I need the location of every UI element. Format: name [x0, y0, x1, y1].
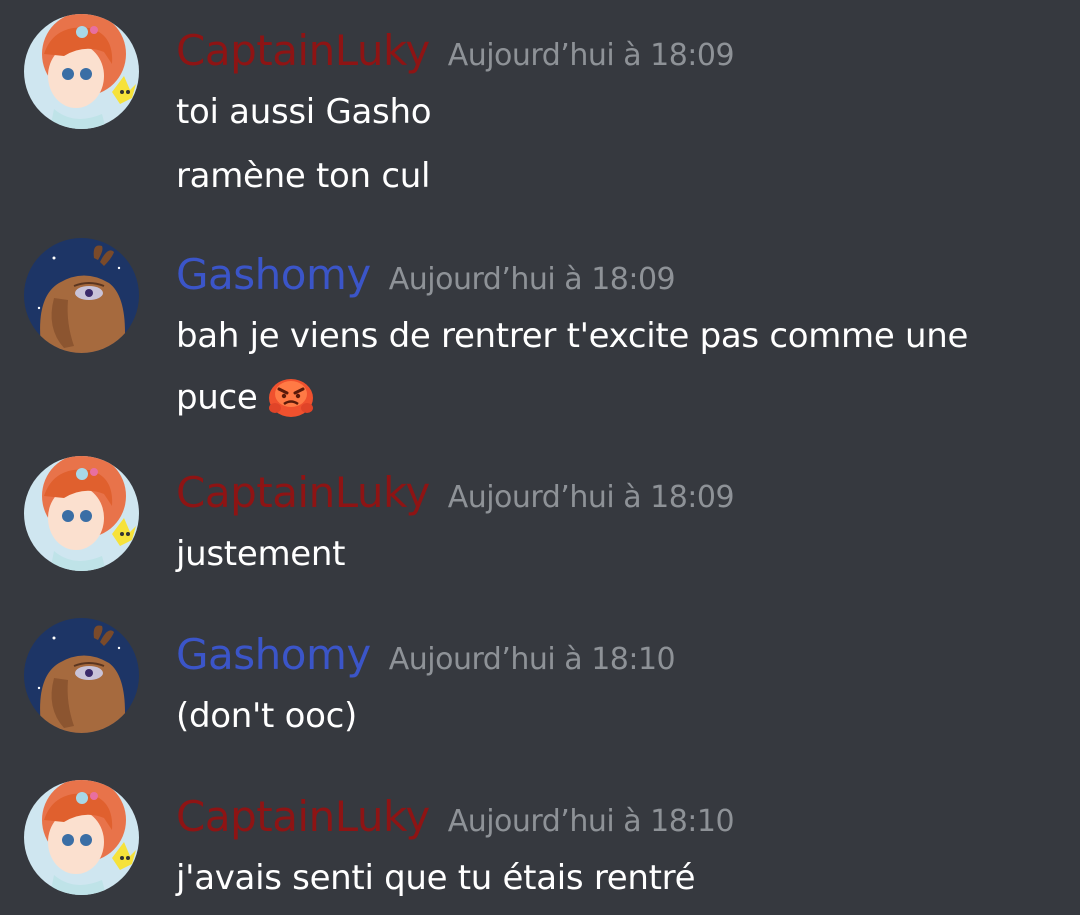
message-header: CaptainLuky Aujourd’hui à 18:09	[176, 26, 735, 75]
timestamp: Aujourd’hui à 18:10	[388, 642, 676, 677]
username[interactable]: CaptainLuky	[176, 792, 430, 841]
username[interactable]: CaptainLuky	[176, 26, 430, 75]
avatar-gashomy[interactable]	[24, 618, 139, 733]
message-text: toi aussi Gasho	[176, 92, 432, 132]
avatar-gashomy[interactable]	[24, 238, 139, 353]
username[interactable]: Gashomy	[176, 250, 371, 299]
message-header: Gashomy Aujourd’hui à 18:10	[176, 630, 676, 679]
message-text: justement	[176, 534, 346, 574]
username[interactable]: Gashomy	[176, 630, 371, 679]
avatar-captainluky[interactable]	[24, 780, 139, 895]
message-text-with-emoji: puce	[176, 376, 316, 422]
message-text: bah je viens de rentrer t'excite pas com…	[176, 316, 969, 356]
message-text: (don't ooc)	[176, 696, 357, 736]
avatar-captainluky[interactable]	[24, 14, 139, 129]
angry-face-emoji-icon	[266, 372, 316, 418]
message-text: j'avais senti que tu étais rentré	[176, 858, 696, 898]
timestamp: Aujourd’hui à 18:09	[447, 38, 735, 73]
chat-message-list[interactable]: CaptainLuky Aujourd’hui à 18:09 toi auss…	[0, 0, 1080, 915]
message-header: CaptainLuky Aujourd’hui à 18:10	[176, 792, 735, 841]
message-text: puce	[176, 377, 258, 418]
avatar-captainluky[interactable]	[24, 456, 139, 571]
timestamp: Aujourd’hui à 18:10	[447, 804, 735, 839]
username[interactable]: CaptainLuky	[176, 468, 430, 517]
timestamp: Aujourd’hui à 18:09	[447, 480, 735, 515]
message-header: Gashomy Aujourd’hui à 18:09	[176, 250, 676, 299]
timestamp: Aujourd’hui à 18:09	[388, 262, 676, 297]
message-text: ramène ton cul	[176, 156, 431, 196]
message-header: CaptainLuky Aujourd’hui à 18:09	[176, 468, 735, 517]
